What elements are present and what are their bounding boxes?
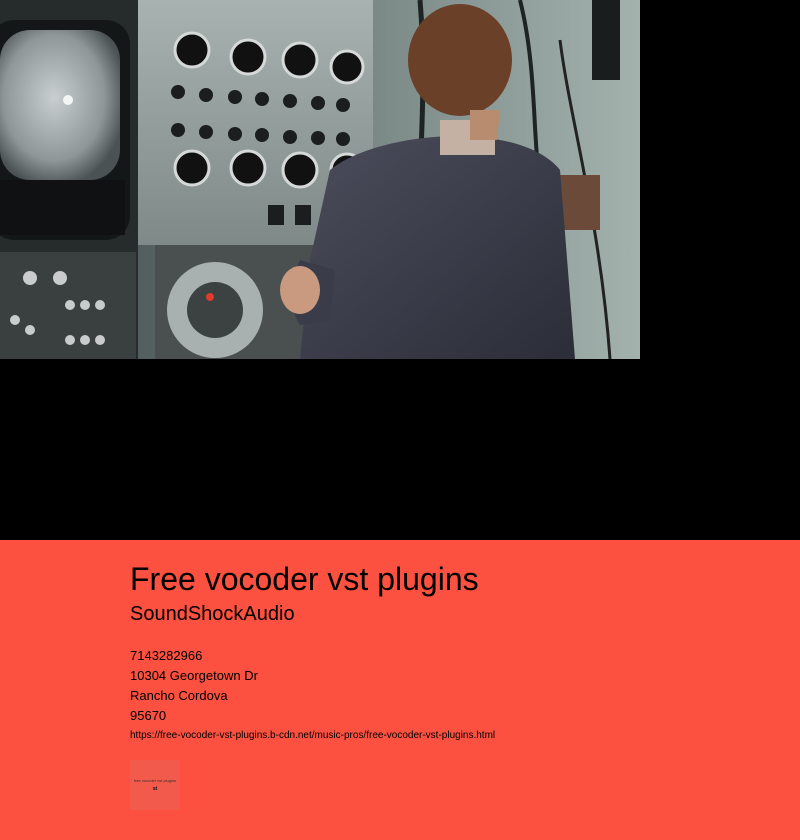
hero-image [0, 0, 640, 359]
zip-code: 95670 [130, 708, 167, 723]
city: Rancho Cordova [130, 688, 228, 703]
thumbnail-ext: st [152, 786, 158, 792]
phone-number: 7143282966 [130, 648, 203, 663]
hero-illustration [0, 0, 640, 359]
page-title: Free vocoder vst plugins [130, 561, 479, 597]
business-info-section: Free vocoder vst plugins SoundShockAudio… [0, 540, 800, 840]
brand-name: SoundShockAudio [130, 603, 295, 625]
hero-section [0, 0, 800, 540]
page-url-link[interactable]: https://free-vocoder-vst-plugins.b-cdn.n… [130, 730, 495, 742]
thumbnail-label: free vocoder vst plugins [133, 778, 177, 783]
thumbnail-image[interactable]: free vocoder vst plugins st [130, 760, 180, 810]
street-address: 10304 Georgetown Dr [130, 668, 258, 683]
